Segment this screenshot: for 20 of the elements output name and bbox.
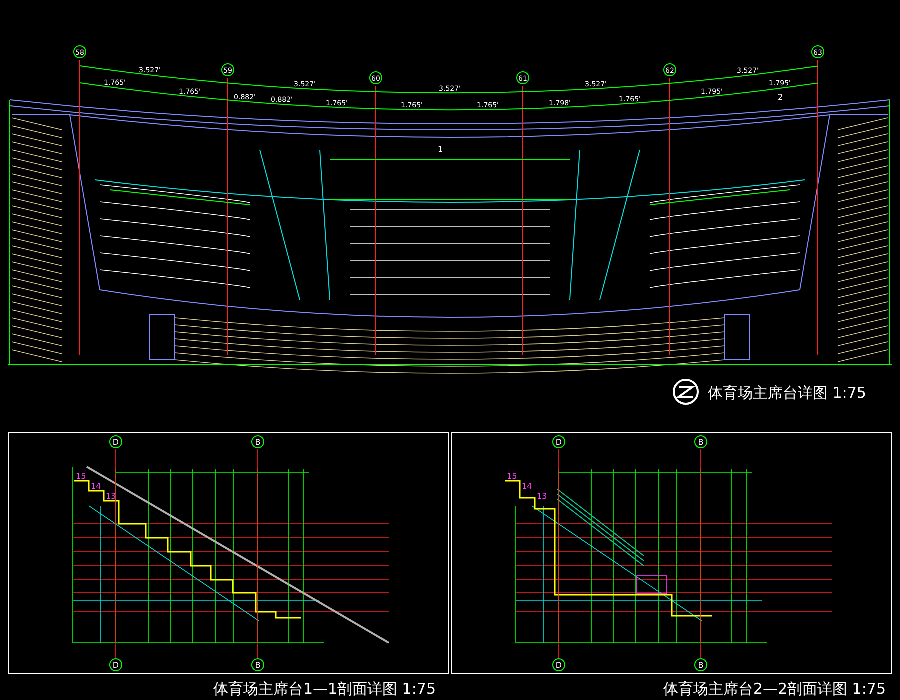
axis-marker: D — [110, 658, 122, 671]
step-number: 13 — [537, 492, 548, 500]
section-mark: 1 — [438, 145, 444, 154]
logo-icon — [672, 378, 700, 406]
drawing-title: 体育场主席台详图 1:75 — [708, 383, 866, 404]
step-number: 13 — [106, 492, 116, 500]
axis-marker: B — [252, 658, 264, 671]
axis-marker: B — [252, 435, 264, 448]
section-mark: 2 — [778, 93, 784, 102]
axis-marker: D — [552, 658, 566, 671]
axis-marker: D — [110, 435, 122, 448]
drawing-title: 体育场主席台1—1剖面详图 1:75 — [213, 678, 436, 700]
axis-marker: D — [552, 435, 566, 448]
step-number: 15 — [76, 472, 86, 480]
step-number: 15 — [507, 472, 518, 480]
axis-marker: B — [694, 658, 708, 671]
step-number: 14 — [91, 482, 102, 490]
step-number: 14 — [522, 482, 532, 490]
drawing-title: 体育场主席台2—2剖面详图 1:75 — [663, 678, 886, 700]
axis-marker: B — [694, 435, 708, 448]
